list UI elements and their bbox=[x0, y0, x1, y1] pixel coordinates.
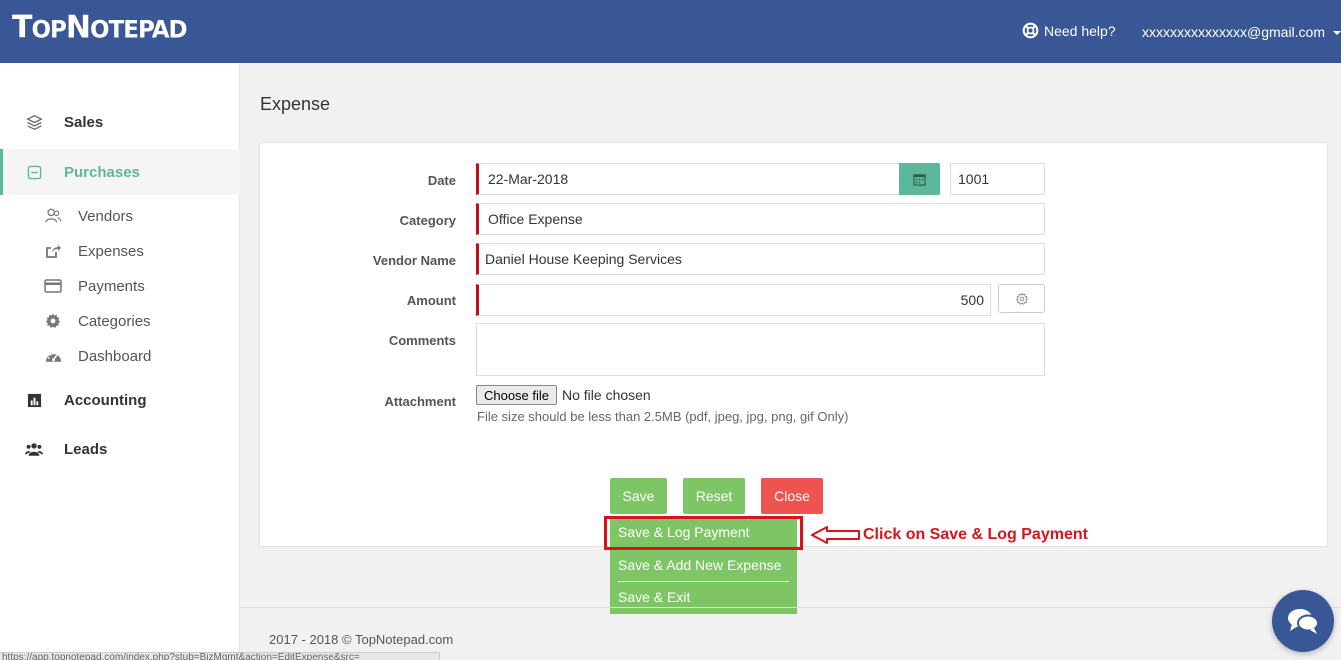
sidebar: Sales Purchases Vendors Expenses Payment… bbox=[0, 63, 240, 660]
user-email: xxxxxxxxxxxxxxx@gmail.com bbox=[1142, 24, 1326, 40]
chat-widget-button[interactable] bbox=[1272, 590, 1334, 652]
lifebuoy-icon bbox=[1022, 22, 1039, 39]
annotation-highlight-box bbox=[604, 516, 803, 550]
close-button[interactable]: Close bbox=[761, 478, 823, 514]
category-label: Category bbox=[399, 213, 456, 228]
layers-icon bbox=[25, 113, 43, 131]
caret-down-icon bbox=[1333, 31, 1341, 35]
annotation-callout-text: Click on Save & Log Payment bbox=[863, 526, 1088, 543]
sidebar-item-leads[interactable]: Leads bbox=[0, 426, 240, 472]
dashboard-gauge-icon bbox=[44, 347, 62, 365]
annotation-arrow-icon bbox=[811, 526, 860, 544]
footer-copyright: 2017 - 2018 © TopNotepad.com bbox=[269, 632, 454, 647]
sidebar-item-sales[interactable]: Sales bbox=[0, 99, 240, 145]
sidebar-item-label: Payments bbox=[78, 277, 145, 295]
choose-file-button[interactable]: Choose file bbox=[476, 385, 557, 405]
chat-bubbles-icon bbox=[1288, 609, 1319, 634]
save-and-add-new-expense-option[interactable]: Save & Add New Expense bbox=[618, 557, 781, 573]
reset-button[interactable]: Reset bbox=[683, 478, 745, 514]
user-menu[interactable]: xxxxxxxxxxxxxxx@gmail.com bbox=[1142, 24, 1341, 40]
sidebar-item-purchases[interactable]: Purchases bbox=[0, 149, 240, 195]
sidebar-item-label: Leads bbox=[64, 440, 108, 458]
amount-label: Amount bbox=[406, 293, 456, 308]
amount-input[interactable]: 500 bbox=[476, 284, 991, 316]
calendar-icon bbox=[913, 173, 926, 186]
comments-textarea[interactable] bbox=[476, 323, 1045, 376]
need-help-label: Need help? bbox=[1044, 22, 1116, 39]
save-and-exit-option[interactable]: Save & Exit bbox=[618, 589, 690, 605]
sidebar-item-label: Sales bbox=[64, 113, 104, 131]
browser-status-url: https://app.topnotepad.com/index.php?stu… bbox=[0, 652, 440, 660]
gear-icon bbox=[44, 312, 62, 330]
vendor-name-input[interactable]: Daniel House Keeping Services bbox=[476, 243, 1045, 275]
top-navbar: TOPNOTEPAD Need help? xxxxxxxxxxxxxxx@gm… bbox=[0, 0, 1341, 63]
app-logo[interactable]: TOPNOTEPAD bbox=[12, 9, 188, 46]
date-input[interactable]: 22-Mar-2018 bbox=[476, 163, 900, 195]
no-file-text: No file chosen bbox=[562, 387, 651, 403]
sidebar-item-label: Dashboard bbox=[78, 347, 152, 365]
date-label: Date bbox=[427, 173, 456, 188]
gear-icon bbox=[1015, 292, 1028, 305]
comments-label: Comments bbox=[388, 333, 456, 348]
footer-divider bbox=[240, 607, 1341, 608]
user-group-icon bbox=[25, 440, 43, 458]
sidebar-item-categories[interactable]: Categories bbox=[0, 306, 240, 336]
save-button[interactable]: Save bbox=[610, 478, 667, 514]
need-help-link[interactable]: Need help? bbox=[1022, 22, 1116, 39]
amount-settings-button[interactable] bbox=[998, 284, 1045, 313]
calendar-button[interactable] bbox=[899, 163, 940, 195]
dropdown-divider bbox=[618, 581, 789, 582]
attachment-label: Attachment bbox=[384, 394, 456, 409]
expense-number-input[interactable]: 1001 bbox=[950, 163, 1045, 195]
page-title: Expense bbox=[260, 94, 331, 114]
category-select[interactable]: Office Expense bbox=[476, 203, 1045, 235]
vendor-name-label: Vendor Name bbox=[372, 253, 456, 268]
file-size-hint: File size should be less than 2.5MB (pdf… bbox=[477, 409, 849, 424]
sidebar-item-label: Categories bbox=[78, 312, 151, 330]
